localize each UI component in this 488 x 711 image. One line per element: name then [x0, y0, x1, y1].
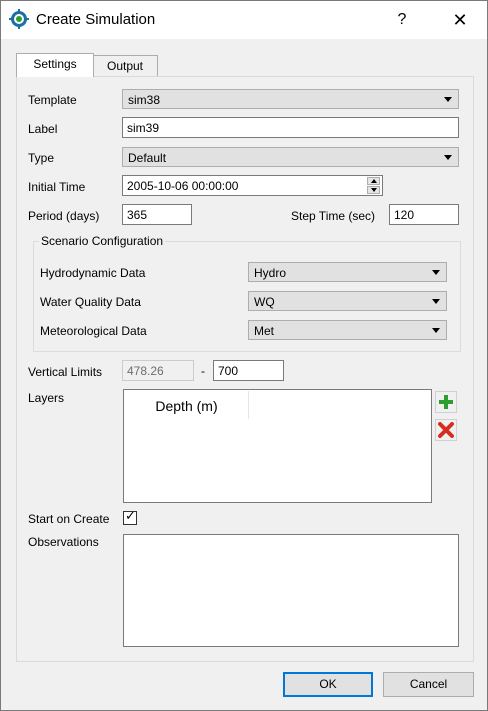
vertical-max-value: 700	[218, 364, 239, 378]
checkmark-icon: ✓	[125, 508, 136, 523]
vertical-max-input[interactable]: 700	[213, 360, 284, 381]
type-select[interactable]: Default	[122, 147, 459, 167]
chevron-down-icon	[432, 270, 440, 275]
title-bar: Create Simulation ? ✕	[1, 1, 487, 39]
chevron-down-icon	[444, 97, 452, 102]
scenario-title: Scenario Configuration	[39, 234, 166, 248]
initial-time-value: 2005-10-06 00:00:00	[127, 179, 239, 193]
range-separator: -	[201, 364, 205, 378]
chevron-down-icon	[444, 155, 452, 160]
close-button[interactable]: ✕	[437, 1, 483, 39]
type-label: Type	[28, 151, 55, 165]
label-value: sim39	[127, 121, 160, 135]
start-on-create-checkbox[interactable]: ✓	[123, 508, 137, 525]
meteorological-label: Meteorological Data	[40, 324, 147, 338]
water-quality-select[interactable]: WQ	[248, 291, 447, 311]
type-value: Default	[128, 151, 167, 165]
water-quality-label: Water Quality Data	[40, 295, 141, 309]
step-time-input[interactable]: 120	[389, 204, 459, 225]
template-label: Template	[28, 93, 77, 107]
initial-time-input[interactable]: 2005-10-06 00:00:00	[122, 175, 383, 196]
meteorological-select[interactable]: Met	[248, 320, 447, 340]
hydrodynamic-value: Hydro	[254, 266, 287, 280]
window-title: Create Simulation	[36, 11, 156, 28]
start-on-create-label: Start on Create	[28, 512, 110, 526]
dialog-window: Create Simulation ? ✕ Settings Output Te…	[0, 0, 488, 711]
observations-label: Observations	[28, 535, 99, 549]
tab-output[interactable]: Output	[92, 55, 158, 77]
period-label: Period (days)	[28, 209, 100, 223]
vertical-limits-label: Vertical Limits	[28, 365, 103, 379]
x-icon[interactable]	[435, 419, 457, 441]
chevron-down-icon	[432, 299, 440, 304]
app-gear-icon	[9, 9, 29, 29]
observations-textarea[interactable]	[123, 534, 459, 647]
label-label: Label	[28, 122, 58, 136]
vertical-min-value: 478.26	[127, 364, 164, 378]
label-input[interactable]: sim39	[122, 117, 459, 138]
spin-up-icon[interactable]	[367, 177, 380, 185]
chevron-down-icon	[432, 328, 440, 333]
depth-column-header[interactable]: Depth (m)	[125, 391, 249, 419]
layers-label: Layers	[28, 391, 65, 405]
plus-icon[interactable]	[435, 391, 457, 413]
help-button[interactable]: ?	[379, 1, 425, 39]
hydrodynamic-label: Hydrodynamic Data	[40, 266, 146, 280]
ok-button[interactable]: OK	[283, 672, 373, 697]
meteorological-value: Met	[254, 324, 275, 338]
period-input[interactable]: 365	[122, 204, 192, 225]
step-time-label: Step Time (sec)	[291, 209, 376, 223]
cancel-button[interactable]: Cancel	[383, 672, 474, 697]
datetime-spinner[interactable]	[367, 177, 380, 194]
period-value: 365	[127, 208, 148, 222]
initial-time-label: Initial Time	[28, 180, 86, 194]
tab-settings[interactable]: Settings	[16, 53, 94, 77]
template-select[interactable]: sim38	[122, 89, 459, 109]
step-time-value: 120	[394, 208, 415, 222]
vertical-min-input: 478.26	[122, 360, 194, 381]
water-quality-value: WQ	[254, 295, 275, 309]
layers-table[interactable]: Depth (m)	[123, 389, 432, 503]
hydrodynamic-select[interactable]: Hydro	[248, 262, 447, 282]
template-value: sim38	[128, 93, 161, 107]
spin-down-icon[interactable]	[367, 186, 380, 194]
